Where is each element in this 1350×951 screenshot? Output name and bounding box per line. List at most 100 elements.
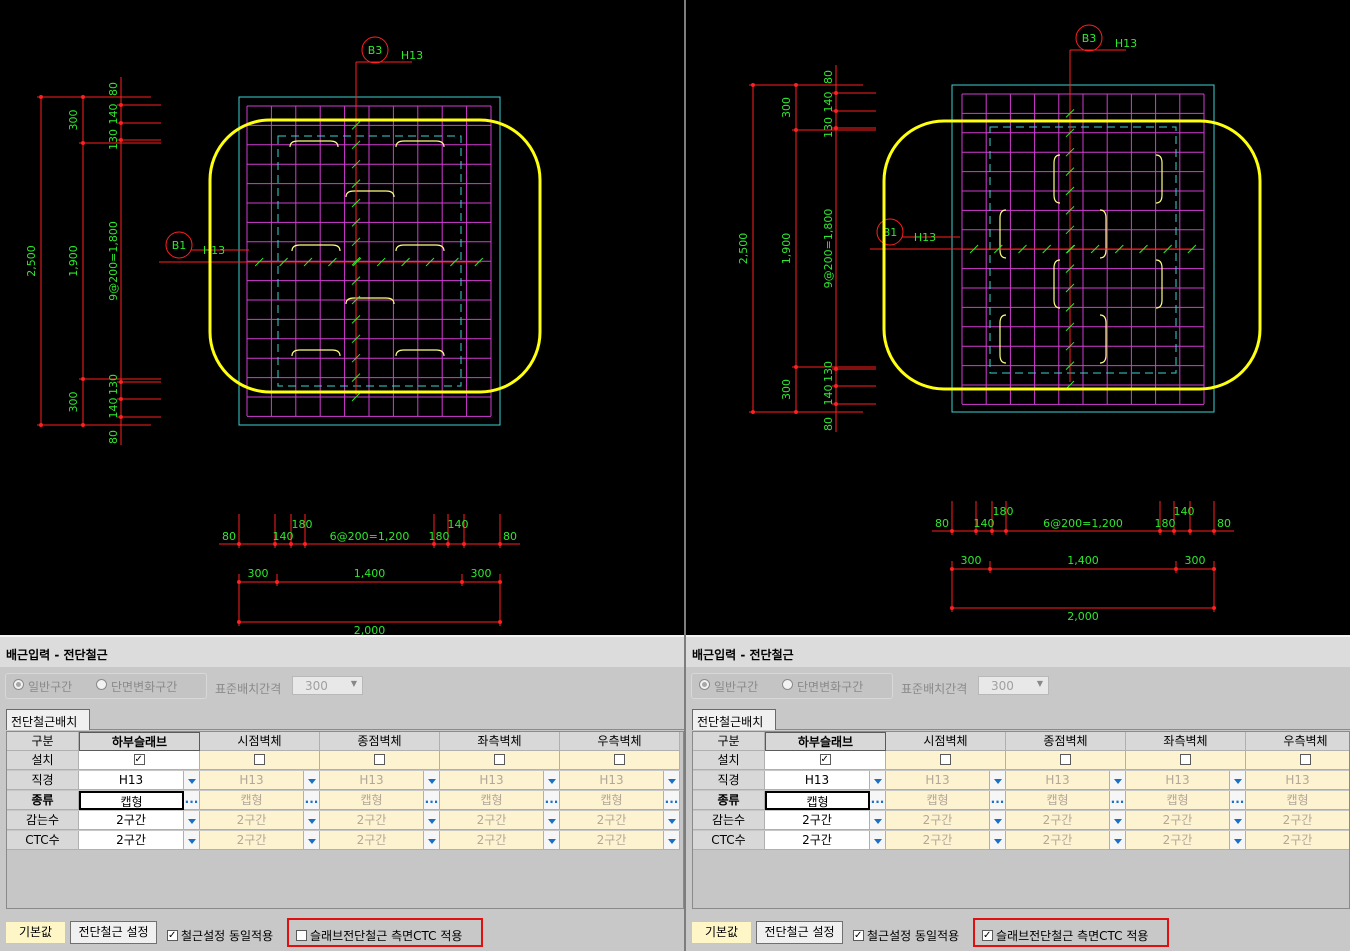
grid-cell-diameter[interactable]: H13 — [440, 771, 544, 790]
ellipsis-button[interactable]: ... — [990, 791, 1006, 810]
grid-cell-diameter[interactable]: H13 — [1246, 771, 1349, 790]
dropdown-arrow-icon[interactable] — [544, 831, 560, 850]
dropdown-arrow-icon[interactable] — [664, 811, 680, 830]
install-checkbox-cell[interactable] — [1006, 751, 1126, 770]
install-checkbox-cell[interactable] — [765, 751, 886, 770]
grid-cell-diameter[interactable]: H13 — [320, 771, 424, 790]
same-setting-checkbox[interactable]: 철근설정 동일적용 — [167, 927, 273, 944]
dropdown-arrow-icon[interactable] — [990, 831, 1006, 850]
grid-cell-ctc[interactable]: 2구간 — [200, 831, 304, 850]
grid-cell-diameter[interactable]: H13 — [79, 771, 184, 790]
grid-cell-diameter[interactable]: H13 — [200, 771, 304, 790]
dropdown-arrow-icon[interactable] — [990, 771, 1006, 790]
checkbox-icon[interactable] — [614, 754, 625, 765]
grid-cell-wraps[interactable]: 2구간 — [1006, 811, 1110, 830]
ellipsis-button[interactable]: ... — [304, 791, 320, 810]
checkbox-icon[interactable] — [494, 754, 505, 765]
dropdown-arrow-icon[interactable] — [304, 771, 320, 790]
dropdown-arrow-icon[interactable] — [544, 771, 560, 790]
side-ctc-checkbox[interactable]: 슬래브전단철근 측면CTC 적용 — [296, 927, 462, 944]
dropdown-arrow-icon[interactable] — [304, 831, 320, 850]
ellipsis-button[interactable]: ... — [870, 791, 886, 810]
dropdown-arrow-icon[interactable] — [424, 831, 440, 850]
grid-cell-ctc[interactable]: 2구간 — [886, 831, 990, 850]
shear-rebar-setting-button[interactable]: 전단철근 설정 — [70, 921, 157, 944]
install-checkbox-cell[interactable] — [440, 751, 560, 770]
grid-cell-wraps[interactable]: 2구간 — [886, 811, 990, 830]
dropdown-arrow-icon[interactable] — [1110, 831, 1126, 850]
checkbox-icon[interactable] — [1060, 754, 1071, 765]
radio-section-change[interactable] — [96, 679, 107, 690]
grid-cell-wraps[interactable]: 2구간 — [1126, 811, 1230, 830]
install-checkbox-cell[interactable] — [320, 751, 440, 770]
default-button[interactable]: 기본값 — [691, 921, 752, 944]
dropdown-arrow-icon[interactable] — [184, 831, 200, 850]
grid-cell-type[interactable]: 캡형 — [765, 791, 870, 810]
std-spacing-select[interactable]: 300 ▼ — [292, 676, 363, 695]
grid-cell-type[interactable]: 캡형 — [1126, 791, 1230, 810]
install-checkbox-cell[interactable] — [1126, 751, 1246, 770]
grid-cell-ctc[interactable]: 2구간 — [1006, 831, 1110, 850]
dropdown-arrow-icon[interactable] — [304, 811, 320, 830]
grid-cell-type[interactable]: 캡형 — [1246, 791, 1349, 810]
grid-cell-type[interactable]: 캡형 — [560, 791, 664, 810]
install-checkbox-cell[interactable] — [886, 751, 1006, 770]
radio-general[interactable] — [13, 679, 24, 690]
dropdown-arrow-icon[interactable] — [424, 771, 440, 790]
radio-general[interactable] — [699, 679, 710, 690]
dropdown-arrow-icon[interactable] — [1110, 811, 1126, 830]
grid-cell-wraps[interactable]: 2구간 — [765, 811, 870, 830]
grid-cell-diameter[interactable]: H13 — [886, 771, 990, 790]
dropdown-arrow-icon[interactable] — [1230, 831, 1246, 850]
install-checkbox-cell[interactable] — [1246, 751, 1349, 770]
checkbox-icon[interactable] — [1300, 754, 1311, 765]
grid-cell-wraps[interactable]: 2구간 — [200, 811, 304, 830]
grid-cell-type[interactable]: 캡형 — [440, 791, 544, 810]
ellipsis-button[interactable]: ... — [664, 791, 680, 810]
checkbox-icon[interactable] — [940, 754, 951, 765]
grid-cell-ctc[interactable]: 2구간 — [79, 831, 184, 850]
grid-cell-diameter[interactable]: H13 — [1006, 771, 1110, 790]
ellipsis-button[interactable]: ... — [424, 791, 440, 810]
ellipsis-button[interactable]: ... — [1110, 791, 1126, 810]
grid-cell-diameter[interactable]: H13 — [560, 771, 664, 790]
install-checkbox-cell[interactable] — [200, 751, 320, 770]
dropdown-arrow-icon[interactable] — [870, 831, 886, 850]
dropdown-arrow-icon[interactable] — [544, 811, 560, 830]
grid-cell-ctc[interactable]: 2구간 — [1126, 831, 1230, 850]
grid-cell-wraps[interactable]: 2구간 — [1246, 811, 1349, 830]
default-button[interactable]: 기본값 — [5, 921, 66, 944]
install-checkbox-cell[interactable] — [79, 751, 200, 770]
radio-section-change[interactable] — [782, 679, 793, 690]
cad-view-right[interactable]: B3 H13 B1 H13 2,500 300 1,900 300 80 140 130 9@200=… — [686, 0, 1350, 635]
grid-cell-wraps[interactable]: 2구간 — [320, 811, 424, 830]
grid-cell-type[interactable]: 캡형 — [200, 791, 304, 810]
grid-cell-ctc[interactable]: 2구간 — [765, 831, 870, 850]
shear-rebar-setting-button[interactable]: 전단철근 설정 — [756, 921, 843, 944]
dropdown-arrow-icon[interactable] — [1110, 771, 1126, 790]
grid-cell-wraps[interactable]: 2구간 — [560, 811, 664, 830]
checkbox-icon[interactable] — [819, 754, 831, 765]
side-ctc-checkbox[interactable]: 슬래브전단철근 측면CTC 적용 — [982, 927, 1148, 944]
ellipsis-button[interactable]: ... — [184, 791, 200, 810]
grid-cell-type[interactable]: 캡형 — [79, 791, 184, 810]
grid-cell-wraps[interactable]: 2구간 — [440, 811, 544, 830]
dropdown-arrow-icon[interactable] — [990, 811, 1006, 830]
tab-shear-rebar[interactable]: 전단철근배치 — [692, 709, 776, 730]
dropdown-arrow-icon[interactable] — [184, 771, 200, 790]
grid-cell-diameter[interactable]: H13 — [1126, 771, 1230, 790]
install-checkbox-cell[interactable] — [560, 751, 680, 770]
cad-view-left[interactable]: B3 H13 B1 H13 2,500 300 1,900 300 80 140 130 9@200=… — [0, 0, 684, 635]
dropdown-arrow-icon[interactable] — [870, 771, 886, 790]
grid-cell-ctc[interactable]: 2구간 — [440, 831, 544, 850]
tab-shear-rebar[interactable]: 전단철근배치 — [6, 709, 90, 730]
dropdown-arrow-icon[interactable] — [184, 811, 200, 830]
dropdown-arrow-icon[interactable] — [664, 771, 680, 790]
dropdown-arrow-icon[interactable] — [424, 811, 440, 830]
same-setting-checkbox[interactable]: 철근설정 동일적용 — [853, 927, 959, 944]
dropdown-arrow-icon[interactable] — [664, 831, 680, 850]
checkbox-icon[interactable] — [374, 754, 385, 765]
grid-cell-ctc[interactable]: 2구간 — [320, 831, 424, 850]
grid-cell-ctc[interactable]: 2구간 — [560, 831, 664, 850]
ellipsis-button[interactable]: ... — [1230, 791, 1246, 810]
